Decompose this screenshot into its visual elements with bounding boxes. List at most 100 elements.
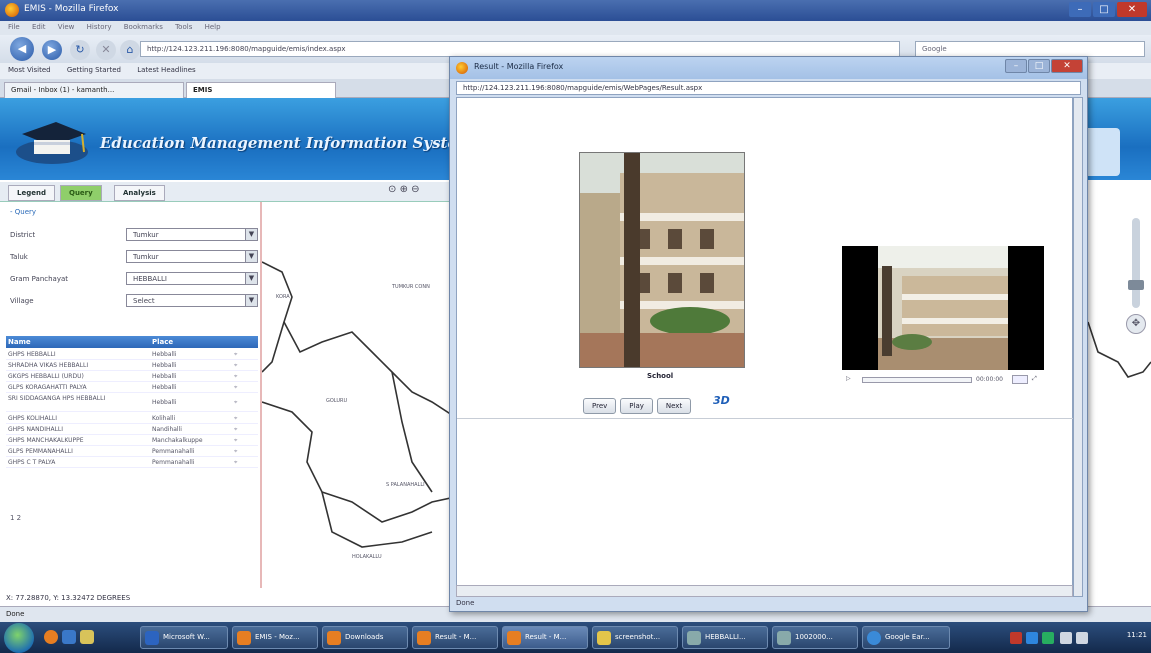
view-3d-icon[interactable]: 3D (713, 394, 735, 410)
popup-close-button[interactable]: ✕ (1051, 59, 1083, 73)
app-title: Education Management Information System (100, 134, 473, 152)
zoom-in-icon[interactable]: ⊕ (400, 184, 408, 195)
forward-button[interactable]: ▶ (42, 40, 62, 60)
popup-title: Result - Mozilla Firefox (474, 62, 564, 71)
firefox-quicklaunch-icon[interactable] (44, 630, 58, 644)
menu-history[interactable]: History (87, 23, 112, 31)
table-row[interactable]: GHPS NANDIHALLI Nandihalli ⌖ (6, 425, 258, 435)
menu-tools[interactable]: Tools (175, 23, 192, 31)
reload-icon[interactable]: ↻ (70, 40, 90, 60)
popup-url-bar[interactable]: http://124.123.211.196:8080/mapguide/emi… (456, 81, 1081, 95)
district-label: District (10, 231, 36, 239)
taskbar-item-screenshot[interactable]: screenshot... (592, 626, 678, 649)
taskbar-item-downloads[interactable]: Downloads (322, 626, 408, 649)
volume-tray-icon[interactable] (1076, 632, 1088, 644)
video-seek-bar[interactable] (862, 377, 972, 383)
locate-icon[interactable]: ⌖ (234, 426, 237, 434)
ie-quicklaunch-icon[interactable] (62, 630, 76, 644)
play-icon[interactable]: ▷ (846, 375, 851, 382)
table-row[interactable]: GLPS PEMMANAHALLI Pemmanahalli ⌖ (6, 447, 258, 457)
menu-file[interactable]: File (8, 23, 20, 31)
tab-query[interactable]: Query (60, 185, 102, 201)
zoom-slider[interactable]: ✥ (1122, 210, 1148, 340)
taskbar-item-result-2[interactable]: Result - M... (502, 626, 588, 649)
gram-panchayat-select[interactable]: HEBBALLI ▼ (126, 272, 258, 285)
tab-analysis[interactable]: Analysis (114, 185, 165, 201)
map-boundaries: KORA GOLURU S PALANAHALLI HOLAKALLU TUMK… (261, 261, 456, 560)
locate-icon[interactable]: ⌖ (234, 373, 237, 381)
menu-edit[interactable]: Edit (32, 23, 46, 31)
taluk-select[interactable]: Tumkur ▼ (126, 250, 258, 263)
fullscreen-icon[interactable]: ⤢ (1032, 375, 1037, 383)
query-header[interactable]: - Query (10, 208, 36, 216)
locate-icon[interactable]: ⌖ (234, 448, 237, 456)
table-row[interactable]: GHPS C T PALYA Pemmanahalli ⌖ (6, 458, 258, 468)
url-bar[interactable]: http://124.123.211.196:8080/mapguide/emi… (140, 41, 900, 57)
tab-gmail[interactable]: Gmail - Inbox (1) - kamanth... (4, 82, 184, 98)
folder-quicklaunch-icon[interactable] (80, 630, 94, 644)
prev-button[interactable]: Prev (583, 398, 617, 414)
pan-icon[interactable]: ⊙ (388, 184, 396, 195)
zoom-out-icon[interactable]: ⊖ (411, 184, 419, 195)
locate-icon[interactable]: ⌖ (234, 384, 237, 392)
table-row[interactable]: SHRADHA VIKAS HEBBALLI Hebballi ⌖ (6, 361, 258, 371)
locate-icon[interactable]: ⌖ (234, 351, 237, 359)
taskbar-item-hebballi[interactable]: HEBBALLI... (682, 626, 768, 649)
bookmark-most-visited[interactable]: Most Visited (8, 66, 51, 74)
popup-minimize-button[interactable]: – (1005, 59, 1027, 73)
home-icon[interactable]: ⌂ (120, 40, 140, 60)
locate-icon[interactable]: ⌖ (234, 437, 237, 445)
table-row[interactable]: GKGPS HEBBALLI (URDU) Hebballi ⌖ (6, 372, 258, 382)
locate-icon[interactable]: ⌖ (234, 415, 237, 423)
bookmark-latest-headlines[interactable]: Latest Headlines (137, 66, 195, 74)
menu-view[interactable]: View (58, 23, 75, 31)
table-row[interactable]: GHPS MANCHAKALKUPPE Manchakalkuppe ⌖ (6, 436, 258, 446)
table-row[interactable]: GHPS KOLIHALLI Kolihalli ⌖ (6, 414, 258, 424)
district-select[interactable]: Tumkur ▼ (126, 228, 258, 241)
bookmark-getting-started[interactable]: Getting Started (67, 66, 121, 74)
table-row[interactable]: GLPS KORAGAHATTI PALYA Hebballi ⌖ (6, 383, 258, 393)
maximize-button[interactable]: □ (1093, 2, 1115, 17)
clock[interactable]: 11:21 (1127, 631, 1147, 639)
zoom-handle[interactable] (1128, 280, 1144, 290)
taskbar-item-result-1[interactable]: Result - M... (412, 626, 498, 649)
taskbar-item-emis[interactable]: EMIS - Moz... (232, 626, 318, 649)
tab-emis[interactable]: EMIS (186, 82, 336, 98)
map-label-goluru: GOLURU (326, 398, 347, 404)
minimize-button[interactable]: – (1069, 2, 1091, 17)
play-button[interactable]: Play (620, 398, 653, 414)
tab-legend[interactable]: Legend (8, 185, 55, 201)
taskbar-item-google-earth[interactable]: Google Ear... (862, 626, 950, 649)
popup-horizontal-scrollbar[interactable] (456, 585, 1073, 597)
tray-icon[interactable] (1026, 632, 1038, 644)
table-row[interactable]: SRI SIDDAGANGA HPS HEBBALLI Hebballi ⌖ (6, 394, 258, 412)
taskbar-item-word[interactable]: Microsoft W... (140, 626, 228, 649)
close-button[interactable]: ✕ (1117, 2, 1147, 17)
menu-bookmarks[interactable]: Bookmarks (124, 23, 163, 31)
search-input[interactable]: Google (915, 41, 1145, 57)
next-button[interactable]: Next (656, 398, 692, 414)
network-icon[interactable] (1060, 632, 1072, 644)
volume-icon[interactable] (1012, 375, 1028, 384)
table-row[interactable]: GHPS HEBBALLI Hebballi ⌖ (6, 350, 258, 360)
map-view[interactable]: KORA GOLURU S PALANAHALLI HOLAKALLU TUMK… (261, 202, 456, 588)
tray-icon[interactable] (1010, 632, 1022, 644)
popup-maximize-button[interactable]: □ (1028, 59, 1050, 73)
video-player[interactable] (842, 246, 1044, 370)
taskbar-item-1002000[interactable]: 1002000... (772, 626, 858, 649)
popup-title-bar[interactable]: Result - Mozilla Firefox – □ ✕ (450, 57, 1087, 79)
menu-help[interactable]: Help (205, 23, 221, 31)
locate-icon[interactable]: ⌖ (234, 459, 237, 467)
zoom-track[interactable] (1132, 218, 1140, 308)
start-button[interactable] (4, 623, 34, 653)
locate-icon[interactable]: ⌖ (234, 362, 237, 370)
browser-title-bar: EMIS - Mozilla Firefox – □ ✕ (0, 0, 1151, 21)
locate-icon[interactable]: ⌖ (234, 399, 237, 407)
pan-control-icon[interactable]: ✥ (1126, 314, 1146, 334)
tray-icon[interactable] (1042, 632, 1054, 644)
village-select[interactable]: Select ▼ (126, 294, 258, 307)
back-button[interactable]: ◀ (10, 37, 34, 61)
results-pager[interactable]: 1 2 (10, 514, 21, 522)
popup-vertical-scrollbar[interactable] (1073, 97, 1083, 597)
stop-icon[interactable]: ✕ (96, 40, 116, 60)
